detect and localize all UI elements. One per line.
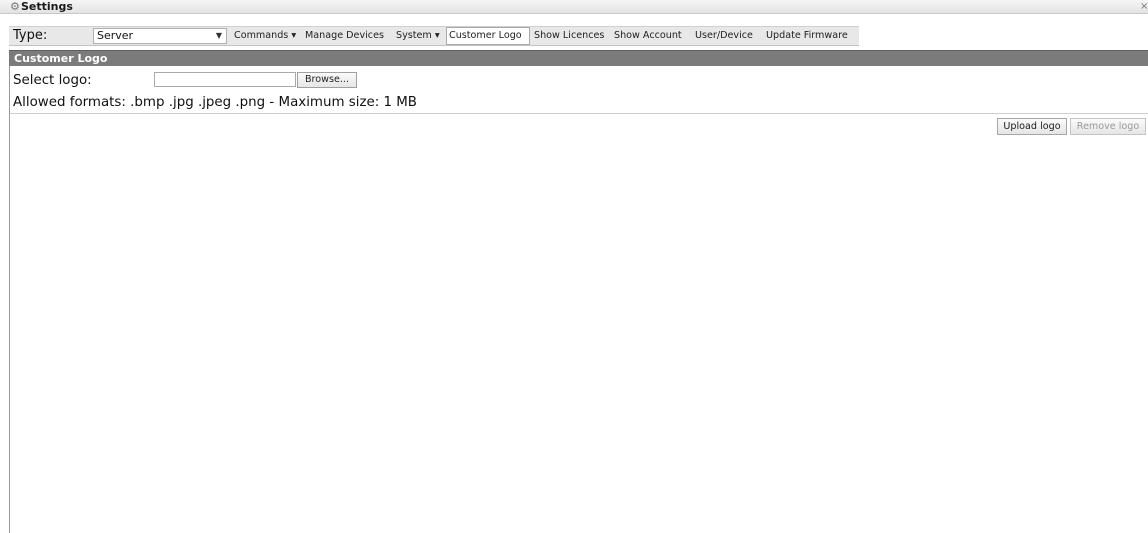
close-icon[interactable]: × (1140, 1, 1148, 13)
panel-header: Customer Logo (9, 50, 1148, 66)
gear-icon: ⚙ (10, 0, 20, 13)
allowed-formats-text: Allowed formats: .bmp .jpg .jpeg .png - … (13, 95, 417, 110)
user-device-button[interactable]: User/Device (693, 27, 755, 45)
chevron-down-icon[interactable]: ▼ (216, 29, 222, 43)
content-border (9, 66, 10, 533)
show-account-button[interactable]: Show Account (612, 27, 684, 45)
select-logo-label: Select logo: (13, 73, 92, 88)
commands-menu[interactable]: Commands ▾ (232, 27, 298, 45)
manage-devices-button[interactable]: Manage Devices (303, 27, 386, 45)
window-title: Settings (21, 0, 73, 13)
title-bar: ⚙ Settings × (0, 0, 1148, 14)
show-licences-button[interactable]: Show Licences (532, 27, 606, 45)
type-select-value: Server (97, 29, 134, 42)
update-firmware-button[interactable]: Update Firmware (764, 27, 850, 45)
logo-file-input[interactable] (154, 72, 296, 87)
divider (10, 113, 1148, 114)
type-label: Type: (13, 28, 48, 43)
settings-window: ⚙ Settings × Type: Server ▼ Commands ▾ M… (0, 0, 1148, 533)
type-select[interactable]: Server ▼ (93, 28, 227, 44)
panel-title: Customer Logo (14, 52, 108, 65)
browse-button[interactable]: Browse... (297, 72, 357, 88)
remove-logo-button[interactable]: Remove logo (1070, 118, 1146, 135)
upload-logo-button[interactable]: Upload logo (997, 118, 1067, 135)
customer-logo-tab[interactable]: Customer Logo (446, 27, 530, 45)
system-menu[interactable]: System ▾ (394, 27, 442, 45)
